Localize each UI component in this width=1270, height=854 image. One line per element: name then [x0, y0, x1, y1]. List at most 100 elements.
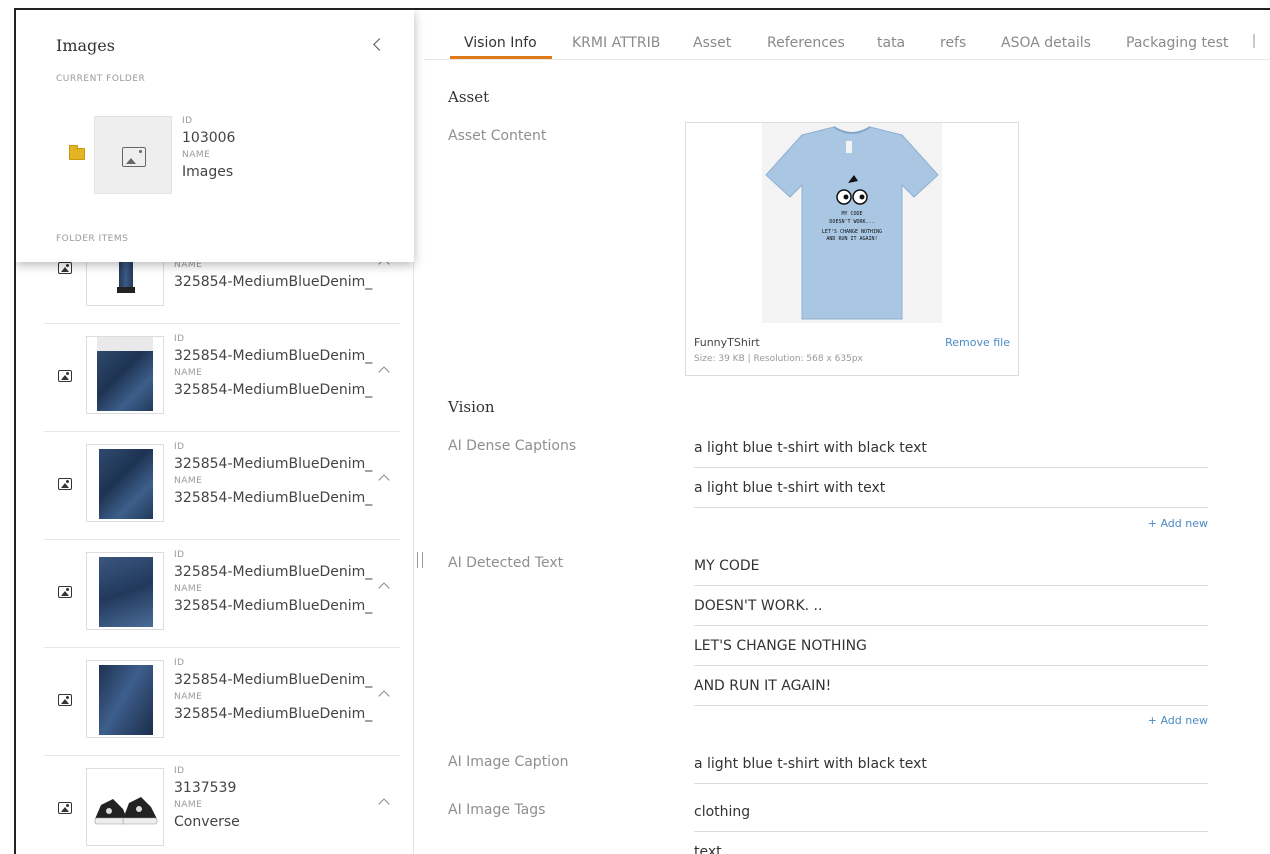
item-id: 3137539: [174, 780, 237, 796]
chevron-up-icon[interactable]: [378, 798, 390, 810]
sneaker-image: [94, 797, 158, 825]
item-meta: ID 325854-MediumBlueDenim_ NAME 325854-M…: [174, 656, 374, 724]
item-thumbnail: [86, 444, 164, 522]
tab-refs[interactable]: refs: [940, 35, 966, 51]
list-item[interactable]: ID 325854-MediumBlueDenim_ NAME 325854-M…: [44, 540, 400, 648]
folder-name-label: NAME: [182, 150, 211, 160]
image-tags-label: AI Image Tags: [448, 802, 546, 818]
image-file-icon: [58, 802, 72, 814]
left-panel: ID 325854-MediumBlueDenim_ NAME 325854-M…: [16, 10, 414, 854]
asset-content-label: Asset Content: [448, 128, 547, 144]
image-tag-field[interactable]: clothing: [694, 792, 1208, 832]
asset-file-name: FunnyTShirt: [694, 336, 760, 349]
tshirt-image: MY CODE DOESN'T WORK... LET'S CHANGE NOT…: [765, 126, 939, 320]
active-tab-indicator: [450, 56, 552, 59]
detected-text-label: AI Detected Text: [448, 555, 564, 571]
chevron-up-icon[interactable]: [378, 582, 390, 594]
item-thumbnail: [86, 768, 164, 846]
shirt-text-line: AND RUN IT AGAIN!: [826, 236, 877, 242]
detected-text-field[interactable]: DOESN'T WORK. ..: [694, 586, 1208, 626]
shirt-text-line: MY CODE: [841, 211, 862, 217]
item-name: 325854-MediumBlueDenim_: [174, 706, 373, 722]
item-name: 325854-MediumBlueDenim_: [174, 598, 373, 614]
tab-asset[interactable]: Asset: [693, 35, 731, 51]
list-item[interactable]: ID 325854-MediumBlueDenim_ NAME 325854-M…: [44, 324, 400, 432]
vision-section-title: Vision: [448, 398, 495, 416]
folder-id-label: ID: [182, 116, 193, 126]
item-name-label: NAME: [174, 368, 203, 378]
item-id-label: ID: [174, 334, 185, 344]
app-frame: ID 325854-MediumBlueDenim_ NAME 325854-M…: [14, 8, 1270, 854]
item-name-label: NAME: [174, 476, 203, 486]
image-tag-field[interactable]: text: [694, 832, 1208, 854]
folder-icon: [69, 145, 85, 160]
list-item[interactable]: ID 3137539 NAME Converse: [44, 756, 400, 854]
resize-handle[interactable]: [417, 552, 423, 568]
detected-text-field[interactable]: MY CODE: [694, 546, 1208, 586]
folder-items-label: FOLDER ITEMS: [56, 234, 129, 244]
item-meta: ID 325854-MediumBlueDenim_ NAME 325854-M…: [174, 440, 374, 508]
item-id: 325854-MediumBlueDenim_: [174, 672, 373, 688]
shirt-text-line: DOESN'T WORK...: [829, 219, 874, 225]
tab-packaging-test[interactable]: Packaging test: [1126, 35, 1228, 51]
image-caption-field[interactable]: a light blue t-shirt with black text: [694, 744, 1208, 784]
remove-file-link[interactable]: Remove file: [945, 336, 1010, 349]
folder-meta: ID 103006 NAME Images: [182, 114, 235, 182]
item-meta: ID 325854-MediumBlueDenim_ NAME 325854-M…: [174, 332, 374, 400]
image-file-icon: [58, 370, 72, 382]
item-name-label: NAME: [174, 584, 203, 594]
add-detected-text-link[interactable]: + Add new: [1148, 714, 1208, 727]
current-folder-label: CURRENT FOLDER: [56, 74, 146, 84]
item-thumbnail: [86, 660, 164, 738]
item-name-label: NAME: [174, 800, 203, 810]
item-thumbnail: [86, 552, 164, 630]
item-name: 325854-MediumBlueDenim_: [174, 382, 373, 398]
image-file-icon: [58, 694, 72, 706]
item-name: 325854-MediumBlueDenim_: [174, 490, 373, 506]
tab-asoa-details[interactable]: ASOA details: [1001, 35, 1091, 51]
folder-thumbnail: [94, 116, 172, 194]
dense-captions-label: AI Dense Captions: [448, 438, 577, 454]
item-name: 325854-MediumBlueDenim_: [174, 274, 373, 290]
tab-vision-info[interactable]: Vision Info: [464, 35, 537, 51]
item-name-label: NAME: [174, 692, 203, 702]
item-meta: ID 3137539 NAME Converse: [174, 764, 374, 832]
item-meta: ID 325854-MediumBlueDenim_ NAME 325854-M…: [174, 548, 374, 616]
asset-file-info: Size: 39 KB | Resolution: 568 x 635px: [694, 354, 863, 364]
image-caption-label: AI Image Caption: [448, 754, 569, 770]
tab-bar: Vision Info KRMI ATTRIB Asset References…: [424, 10, 1270, 60]
dense-caption-field[interactable]: a light blue t-shirt with text: [694, 468, 1208, 508]
item-id: 325854-MediumBlueDenim_: [174, 564, 373, 580]
current-folder-card: Images CURRENT FOLDER ID 103006 NAME Ima…: [16, 10, 414, 262]
shirt-text-line: LET'S CHANGE NOTHING: [822, 229, 882, 235]
asset-preview-card: MY CODE DOESN'T WORK... LET'S CHANGE NOT…: [685, 122, 1019, 376]
tab-krmi-attrib[interactable]: KRMI ATTRIB: [572, 35, 660, 51]
image-file-icon: [58, 586, 72, 598]
detected-text-field[interactable]: LET'S CHANGE NOTHING: [694, 626, 1208, 666]
image-file-icon: [58, 478, 72, 490]
item-id-label: ID: [174, 442, 185, 452]
asset-section-title: Asset: [448, 88, 490, 106]
chevron-up-icon[interactable]: [378, 366, 390, 378]
panel-title: Images: [56, 36, 115, 55]
list-item[interactable]: ID 325854-MediumBlueDenim_ NAME 325854-M…: [44, 432, 400, 540]
detected-text-field[interactable]: AND RUN IT AGAIN!: [694, 666, 1208, 706]
image-placeholder-icon: [122, 147, 146, 167]
item-id-label: ID: [174, 658, 185, 668]
item-id-label: ID: [174, 766, 185, 776]
add-dense-caption-link[interactable]: + Add new: [1148, 517, 1208, 530]
item-id: 325854-MediumBlueDenim_: [174, 348, 373, 364]
chevron-up-icon[interactable]: [378, 474, 390, 486]
image-file-icon: [58, 262, 72, 274]
chevron-up-icon[interactable]: [378, 690, 390, 702]
asset-image: MY CODE DOESN'T WORK... LET'S CHANGE NOT…: [762, 123, 942, 323]
item-id-label: ID: [174, 550, 185, 560]
tab-references[interactable]: References: [767, 35, 845, 51]
collapse-chevron-icon[interactable]: [373, 38, 386, 51]
list-item[interactable]: ID 325854-MediumBlueDenim_ NAME 325854-M…: [44, 648, 400, 756]
item-thumbnail: [86, 336, 164, 414]
detail-panel: Vision Info KRMI ATTRIB Asset References…: [424, 10, 1270, 854]
tab-overflow[interactable]: [1253, 34, 1255, 48]
dense-caption-field[interactable]: a light blue t-shirt with black text: [694, 428, 1208, 468]
tab-tata[interactable]: tata: [877, 35, 905, 51]
